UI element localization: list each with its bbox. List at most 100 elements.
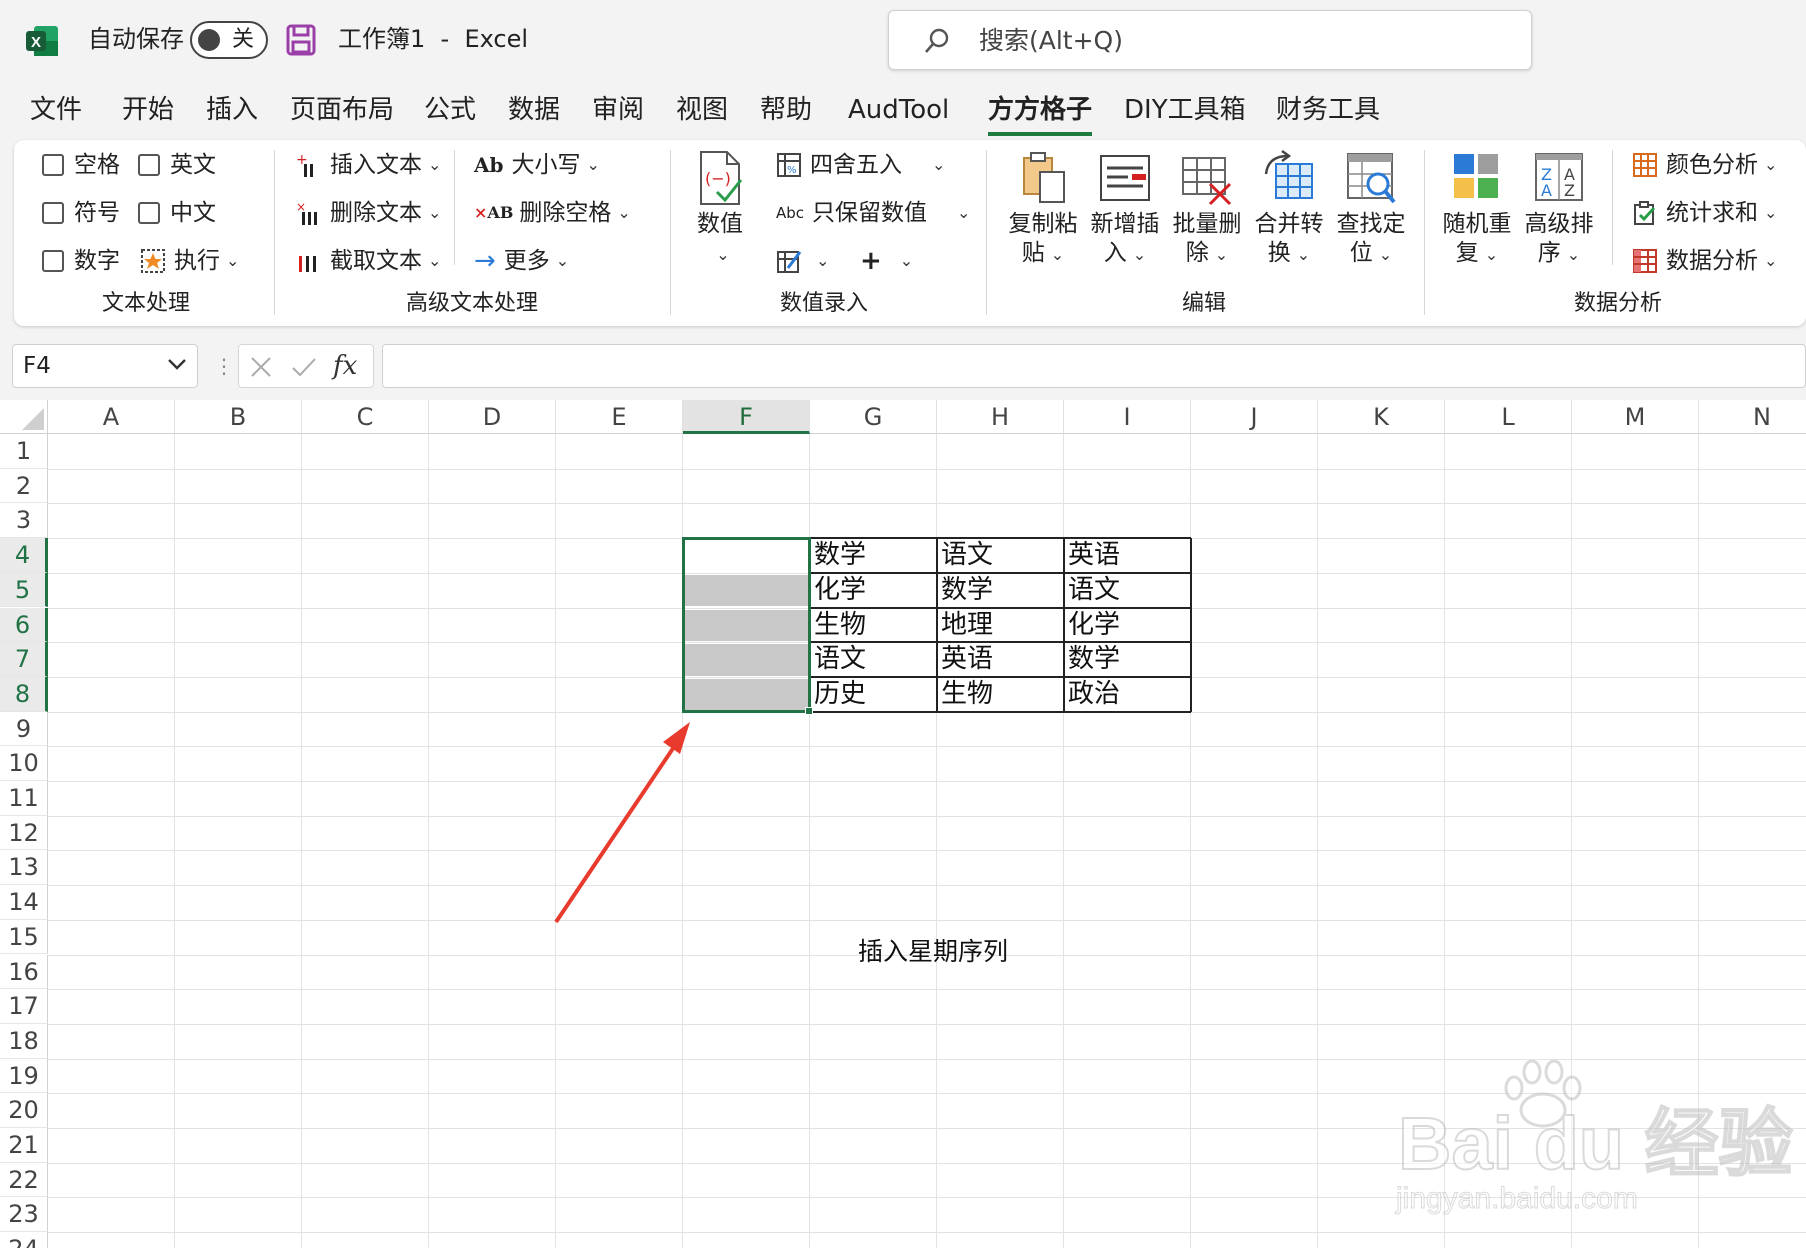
svg-text:X: X: [31, 34, 41, 51]
name-box-value: F4: [23, 353, 51, 379]
stat-sum-button[interactable]: 统计求和 ⌄: [1632, 198, 1777, 228]
case-button[interactable]: Ab 大小写 ⌄: [474, 150, 600, 180]
copy-paste-button[interactable]: 复制粘贴 ⌄: [1006, 150, 1080, 269]
find-locate-label-1: 查找定: [1336, 211, 1406, 237]
batch-delete-button[interactable]: 批量删除 ⌄: [1170, 150, 1244, 269]
new-insert-label-2: 入: [1103, 240, 1127, 266]
checkbox-box[interactable]: [42, 202, 64, 224]
chevron-down-icon: ⌄: [1764, 203, 1778, 222]
new-insert-button[interactable]: 新增插入 ⌄: [1088, 150, 1162, 269]
group-divider: [1612, 150, 1613, 265]
search-icon: [925, 28, 949, 53]
delete-space-icon: ×AB: [474, 203, 514, 222]
autosave-toggle[interactable]: 关: [190, 21, 268, 59]
find-locate-button[interactable]: 查找定位 ⌄: [1334, 150, 1408, 269]
random-duplicate-label-1: 随机重: [1442, 211, 1512, 237]
insert-text-button[interactable]: + 插入文本 ⌄: [296, 150, 441, 180]
checkbox-box[interactable]: [42, 154, 64, 176]
chevron-down-icon: ⌄: [428, 251, 442, 270]
chevron-down-icon: ⌄: [1132, 245, 1147, 264]
tab-view[interactable]: 视图: [676, 92, 728, 128]
chevron-down-icon[interactable]: [167, 357, 187, 371]
formula-input[interactable]: [382, 344, 1806, 388]
more-options-icon[interactable]: ⋮: [214, 354, 234, 378]
edit-values-button[interactable]: ⌄: [776, 246, 829, 276]
name-box[interactable]: F4: [12, 344, 198, 388]
ribbon-panel: 空格 英文 符号 中文 数字 执行 ⌄ 文本处理 + 插入文本 ⌄ × 删除文本 ⌄ …: [14, 140, 1806, 326]
data-analysis-button[interactable]: 数据分析 ⌄: [1632, 246, 1777, 276]
tab-fangfanggezi[interactable]: 方方格子: [988, 92, 1093, 136]
insert-function-icon[interactable]: fx: [333, 349, 357, 383]
checkbox-symbol-label: 符号: [74, 200, 120, 226]
delete-text-button[interactable]: × 删除文本 ⌄: [296, 198, 441, 228]
chevron-down-icon: ⌄: [428, 203, 442, 222]
tab-finance-tools[interactable]: 财务工具: [1276, 92, 1380, 128]
search-box[interactable]: 搜索(Alt+Q): [888, 10, 1532, 70]
more-label: 更多: [503, 248, 550, 274]
round-icon: %: [777, 153, 801, 177]
checkbox-box[interactable]: [138, 202, 160, 224]
delete-space-button[interactable]: ×AB 删除空格 ⌄: [474, 198, 631, 228]
chevron-down-icon: ⌄: [555, 251, 570, 270]
execute-button[interactable]: 执行 ⌄: [140, 246, 239, 276]
tab-review[interactable]: 审阅: [592, 92, 644, 128]
chevron-down-icon: ⌄: [957, 203, 971, 222]
tab-page-layout[interactable]: 页面布局: [290, 92, 394, 128]
random-duplicate-button[interactable]: 随机重复 ⌄: [1440, 150, 1514, 269]
baidu-watermark: Bai du 经验 jingyan.baidu.com: [1388, 1060, 1794, 1230]
extract-text-button[interactable]: 截取文本 ⌄: [296, 246, 441, 276]
chevron-down-icon: ⌄: [1764, 155, 1778, 174]
tab-formulas[interactable]: 公式: [424, 92, 476, 128]
group-divider: [274, 150, 275, 315]
tab-file[interactable]: 文件: [30, 92, 82, 128]
tab-help[interactable]: 帮助: [760, 92, 812, 128]
keep-values-button[interactable]: Abc 只保留数值 ⌄: [776, 198, 970, 228]
merge-convert-button[interactable]: 合并转换 ⌄: [1252, 150, 1326, 269]
group-divider: [454, 150, 455, 265]
tab-insert[interactable]: 插入: [206, 92, 258, 128]
color-analysis-button[interactable]: 颜色分析 ⌄: [1632, 150, 1777, 180]
edit-grid-icon: [777, 251, 802, 273]
save-icon[interactable]: [286, 24, 316, 56]
advanced-sort-button[interactable]: ZAAZ 高级排序 ⌄: [1522, 150, 1596, 269]
enter-check-icon[interactable]: [291, 355, 317, 379]
tab-diy-toolbox[interactable]: DIY工具箱: [1124, 92, 1246, 128]
execute-label: 执行: [174, 248, 220, 274]
plus-button[interactable]: + ⌄: [860, 246, 913, 276]
color-analysis-icon: [1633, 153, 1657, 177]
worksheet-grid[interactable]: ABCDEFGHIJKLMN 1 2 3 4 5 6 7 8 9 10 11 12 13 14 15 16 17…: [0, 400, 1806, 1248]
cancel-icon[interactable]: [249, 355, 273, 379]
tab-home[interactable]: 开始: [122, 92, 174, 128]
merge-convert-label-1: 合并转: [1254, 211, 1324, 237]
advanced-sort-label-1: 高级排: [1524, 211, 1594, 237]
stat-sum-label: 统计求和: [1666, 200, 1758, 226]
checkbox-space-label: 空格: [74, 152, 120, 178]
more-button[interactable]: → 更多 ⌄: [474, 246, 569, 276]
tab-data[interactable]: 数据: [508, 92, 560, 128]
group-divider: [1424, 150, 1425, 315]
checkbox-number[interactable]: 数字: [42, 246, 120, 276]
watermark-main: Bai du 经验: [1397, 1102, 1794, 1185]
round-label: 四舍五入: [810, 152, 902, 178]
chevron-down-icon: ⌄: [716, 245, 730, 264]
title-bar: X 自动保存 关 工作簿1 - Excel 搜索(Alt+Q): [0, 0, 1806, 84]
clipboard-icon: [1023, 152, 1065, 203]
checkbox-chinese[interactable]: 中文: [138, 198, 216, 228]
round-button[interactable]: % 四舍五入 ⌄: [776, 150, 945, 180]
checkbox-space[interactable]: 空格: [42, 150, 120, 180]
data-analysis-label: 数据分析: [1666, 248, 1758, 274]
checkbox-symbol[interactable]: 符号: [42, 198, 120, 228]
svg-text:%: %: [787, 165, 797, 176]
excel-logo-icon[interactable]: X: [24, 24, 60, 58]
random-duplicate-label-2: 复: [1455, 240, 1479, 266]
checkbox-english[interactable]: 英文: [138, 150, 216, 180]
svg-text:A: A: [1541, 181, 1552, 200]
svg-text:Z: Z: [1564, 181, 1575, 200]
checkbox-box[interactable]: [138, 154, 160, 176]
checkbox-box[interactable]: [42, 250, 64, 272]
chevron-down-icon: ⌄: [1050, 245, 1065, 264]
tab-audtool[interactable]: AudTool: [848, 92, 949, 128]
value-button[interactable]: (−) 数值 ⌄: [690, 150, 750, 269]
chevron-down-icon: ⌄: [1764, 251, 1778, 270]
keep-values-icon: Abc: [776, 204, 805, 222]
